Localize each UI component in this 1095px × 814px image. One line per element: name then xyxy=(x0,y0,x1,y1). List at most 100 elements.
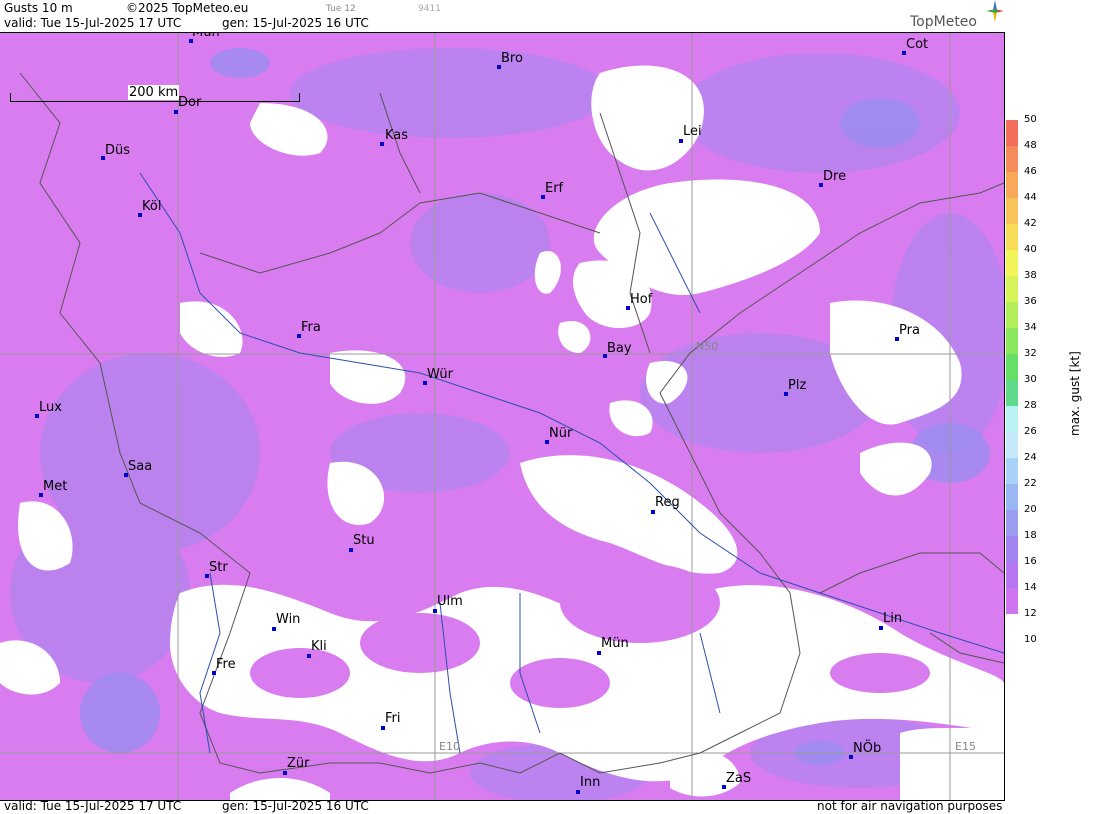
city-label: Fra xyxy=(301,320,321,335)
legend-swatch xyxy=(1006,250,1018,276)
city-label: Fre xyxy=(216,657,236,672)
legend-swatch xyxy=(1006,172,1018,198)
map-title: Gusts 10 m xyxy=(4,1,73,15)
legend-swatch xyxy=(1006,198,1018,224)
legend-swatch xyxy=(1006,458,1018,484)
city-label: Dor xyxy=(178,95,202,110)
legend-tick-label: 44 xyxy=(1024,192,1037,203)
city-dot xyxy=(283,771,287,775)
city-label: Met xyxy=(43,479,68,494)
color-legend xyxy=(1006,120,1018,614)
code-label: 9411 xyxy=(418,4,441,14)
legend-swatch xyxy=(1006,146,1018,172)
city-dot xyxy=(380,142,384,146)
city-label: NÖb xyxy=(853,741,882,756)
legend-tick-label: 14 xyxy=(1024,582,1037,593)
legend-tick-label: 22 xyxy=(1024,478,1037,489)
legend-tick-label: 10 xyxy=(1024,634,1037,645)
city-label: Ulm xyxy=(437,594,463,609)
city-label: Pra xyxy=(899,323,920,338)
city-dot xyxy=(381,726,385,730)
city-dot xyxy=(879,626,883,630)
legend-tick-label: 18 xyxy=(1024,530,1037,541)
legend-title: max. gust [kt] xyxy=(1068,351,1082,436)
legend-tick-label: 42 xyxy=(1024,218,1037,229)
legend-swatch xyxy=(1006,380,1018,406)
legend-tick-label: 32 xyxy=(1024,348,1037,359)
legend-swatch xyxy=(1006,224,1018,250)
city-label: Köl xyxy=(142,199,162,214)
city-label: Mün xyxy=(192,32,220,40)
city-label: Mün xyxy=(601,636,629,651)
legend-swatch xyxy=(1006,328,1018,354)
city-dot xyxy=(433,609,437,613)
legend-tick-label: 50 xyxy=(1024,114,1037,125)
city-label: Wür xyxy=(427,367,453,382)
legend-swatch xyxy=(1006,562,1018,588)
city-label: Bay xyxy=(607,341,632,356)
legend-tick-label: 16 xyxy=(1024,556,1037,567)
legend-swatch xyxy=(1006,588,1018,614)
legend-tick-label: 12 xyxy=(1024,608,1037,619)
footer-gen: gen: 15-Jul-2025 16 UTC xyxy=(222,799,369,813)
legend-swatch xyxy=(1006,406,1018,432)
city-label: Zür xyxy=(287,756,310,771)
legend-tick-label: 36 xyxy=(1024,296,1037,307)
city-dot xyxy=(272,627,276,631)
city-label: Hof xyxy=(630,292,653,307)
legend-tick-label: 30 xyxy=(1024,374,1037,385)
city-dot xyxy=(349,548,353,552)
city-dot xyxy=(576,790,580,794)
city-label: Str xyxy=(209,560,228,575)
legend-tick-label: 26 xyxy=(1024,426,1037,437)
city-label: Düs xyxy=(105,143,131,158)
legend-swatch xyxy=(1006,536,1018,562)
city-label: Bro xyxy=(501,51,523,66)
legend-tick-label: 28 xyxy=(1024,400,1037,411)
legend-tick-label: 24 xyxy=(1024,452,1037,463)
logo-text: TopMeteo xyxy=(910,14,977,30)
valid-time: valid: Tue 15-Jul-2025 17 UTC xyxy=(4,16,182,30)
city-label: Cot xyxy=(906,37,929,52)
gust-map[interactable]: 200 km N50 E10 E15 Mün Bro Cot Dor Kas L… xyxy=(0,32,1005,801)
city-label: Lei xyxy=(683,124,702,139)
footer-valid: valid: Tue 15-Jul-2025 17 UTC xyxy=(4,799,182,813)
city-label: Kas xyxy=(385,128,409,143)
city-label: Inn xyxy=(580,775,601,790)
legend-tick-label: 20 xyxy=(1024,504,1037,515)
legend-tick-label: 46 xyxy=(1024,166,1037,177)
legend-swatch xyxy=(1006,302,1018,328)
city-label: Lin xyxy=(883,611,903,626)
grid-label-e15: E15 xyxy=(955,740,976,753)
scale-label: 200 km xyxy=(128,85,180,100)
grid-label-e10: E10 xyxy=(439,740,460,753)
city-label: Reg xyxy=(655,495,680,510)
legend-tick-label: 38 xyxy=(1024,270,1037,281)
city-dot xyxy=(651,510,655,514)
legend-tick-label: 48 xyxy=(1024,140,1037,151)
header: Gusts 10 m ©2025 TopMeteo.eu Tue 12 9411… xyxy=(0,0,1005,32)
copyright: ©2025 TopMeteo.eu xyxy=(126,1,249,15)
city-label: Nür xyxy=(549,426,573,441)
city-dot xyxy=(679,139,683,143)
day-label: Tue 12 xyxy=(326,4,356,14)
legend-tick-label: 40 xyxy=(1024,244,1037,255)
city-label: Saa xyxy=(128,459,153,474)
city-label: Win xyxy=(276,612,301,627)
legend-swatch xyxy=(1006,432,1018,458)
city-dot xyxy=(307,654,311,658)
legend-swatch xyxy=(1006,354,1018,380)
map-canvas xyxy=(0,33,1004,800)
city-label: Stu xyxy=(353,533,375,548)
city-label: ZaS xyxy=(726,771,752,786)
compass-icon xyxy=(986,0,1004,22)
city-label: Erf xyxy=(545,181,564,196)
grid-label-n50: N50 xyxy=(696,340,719,353)
legend-tick-label: 34 xyxy=(1024,322,1037,333)
gen-time: gen: 15-Jul-2025 16 UTC xyxy=(222,16,369,30)
city-dot xyxy=(174,110,178,114)
legend-swatch xyxy=(1006,276,1018,302)
footer: valid: Tue 15-Jul-2025 17 UTC gen: 15-Ju… xyxy=(0,799,1005,814)
city-label: Lux xyxy=(39,400,62,415)
city-label: Kli xyxy=(311,639,327,654)
